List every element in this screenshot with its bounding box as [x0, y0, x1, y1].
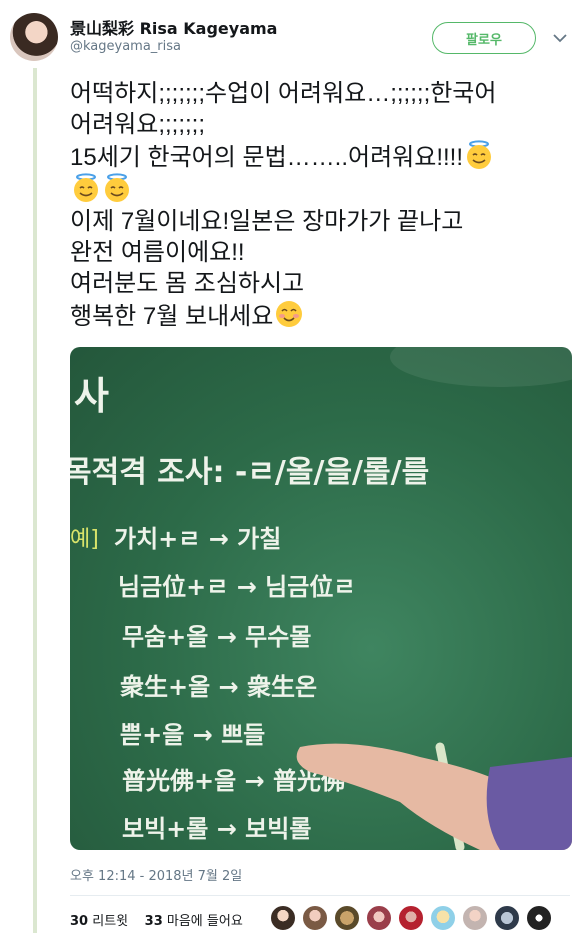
retweet-count: 30 [70, 914, 89, 929]
retweet-stat[interactable]: 30 리트윗 [70, 914, 128, 929]
liker-avatar[interactable] [398, 905, 424, 931]
follow-button[interactable]: 팔로우 [432, 22, 536, 54]
like-count: 33 [144, 914, 163, 929]
liker-avatar[interactable] [430, 905, 456, 931]
blush-emoji-icon [276, 301, 303, 327]
halo-emoji-icon [105, 173, 129, 202]
tweet-line: 여러분도 몸 조심하시고 [70, 270, 305, 297]
display-name[interactable]: 景山梨彩 Risa Kageyama [70, 15, 277, 39]
tweet-line: 이제 7월이네요!일본은 장마가가 끝나고 [70, 208, 464, 235]
liker-avatar[interactable] [302, 905, 328, 931]
like-stat[interactable]: 33 마음에 들어요 [145, 914, 243, 929]
board-row: 쁟+을 → 쁘들 [120, 721, 266, 749]
board-subtitle: 목적격 조사: -ㄹ/올/을/롤/를 [70, 455, 430, 490]
chevron-down-icon[interactable] [552, 30, 568, 46]
tweet-line-text: 행복한 7월 보내세요 [70, 303, 274, 330]
board-example-marker: 예] [70, 527, 99, 552]
liker-avatar[interactable] [526, 905, 552, 931]
board-row: 가치+ㄹ → 가칠 [114, 525, 282, 553]
tweet-photo[interactable]: 사 목적격 조사: -ㄹ/올/을/롤/를 예] 가치+ㄹ → 가칠 님금位+ㄹ … [70, 347, 572, 850]
glare [390, 347, 572, 387]
board-heading: 사 [74, 374, 109, 418]
retweet-label: 리트윗 [92, 914, 129, 929]
liker-avatar[interactable] [270, 905, 296, 931]
tweet-line: 어려워요;;;;;;; [70, 111, 205, 138]
tweet-text: 어떡하지;;;;;;;수업이 어려워요…;;;;;;한국어 어려워요;;;;;;… [70, 78, 570, 332]
tweet-timestamp[interactable]: 오후 12:14 - 2018년 7월 2일 [70, 865, 242, 884]
halo-emoji-icon [74, 173, 98, 202]
avatar[interactable] [10, 13, 58, 61]
user-handle[interactable]: @kageyama_risa [70, 39, 181, 54]
liker-avatar[interactable] [366, 905, 392, 931]
tweet-line-text: 15세기 한국어의 문법……..어려워요!!!! [70, 144, 463, 171]
board-row: 보빅+롤 → 보빅롤 [122, 815, 312, 843]
like-label: 마음에 들어요 [166, 914, 243, 929]
liker-avatar[interactable] [462, 905, 488, 931]
tweet-line: 행복한 7월 보내세요 [70, 299, 570, 332]
divider [70, 895, 570, 896]
liker-avatar[interactable] [494, 905, 520, 931]
tweet-line: 완전 여름이에요!! [70, 239, 245, 266]
hand-with-pen [296, 742, 572, 850]
tweet-line [70, 173, 570, 206]
thread-line [33, 68, 37, 933]
liker-avatar[interactable] [334, 905, 360, 931]
board-row: 무숨+올 → 무수몰 [122, 623, 312, 651]
tweet-line: 15세기 한국어의 문법……..어려워요!!!! [70, 140, 570, 173]
liker-avatars [270, 905, 558, 931]
halo-emoji-icon [467, 140, 491, 169]
board-row: 衆生+올 → 衆生온 [120, 673, 318, 701]
board-row: 님금位+ㄹ → 님금位ㄹ [118, 573, 356, 601]
tweet-stats: 30 리트윗 33 마음에 들어요 [70, 910, 243, 929]
tweet-line: 어떡하지;;;;;;;수업이 어려워요…;;;;;;한국어 [70, 80, 497, 107]
